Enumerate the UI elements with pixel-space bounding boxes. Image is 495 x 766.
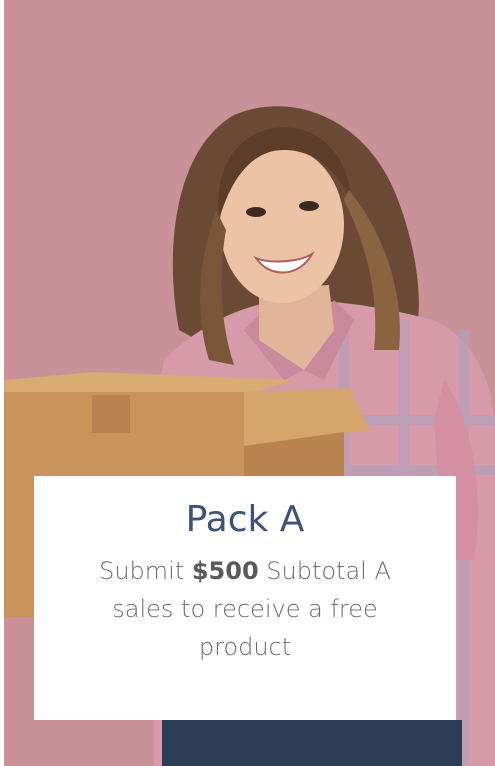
promo-panel: Pack A Submit $500 Subtotal A sales to r…: [34, 476, 456, 720]
promo-description: Submit $500 Subtotal A sales to receive …: [80, 552, 410, 666]
promo-title: Pack A: [185, 499, 305, 540]
promo-amount: $500: [191, 557, 259, 585]
promo-card: Pack A Submit $500 Subtotal A sales to r…: [0, 0, 495, 766]
promo-text-before: Submit: [99, 557, 192, 585]
